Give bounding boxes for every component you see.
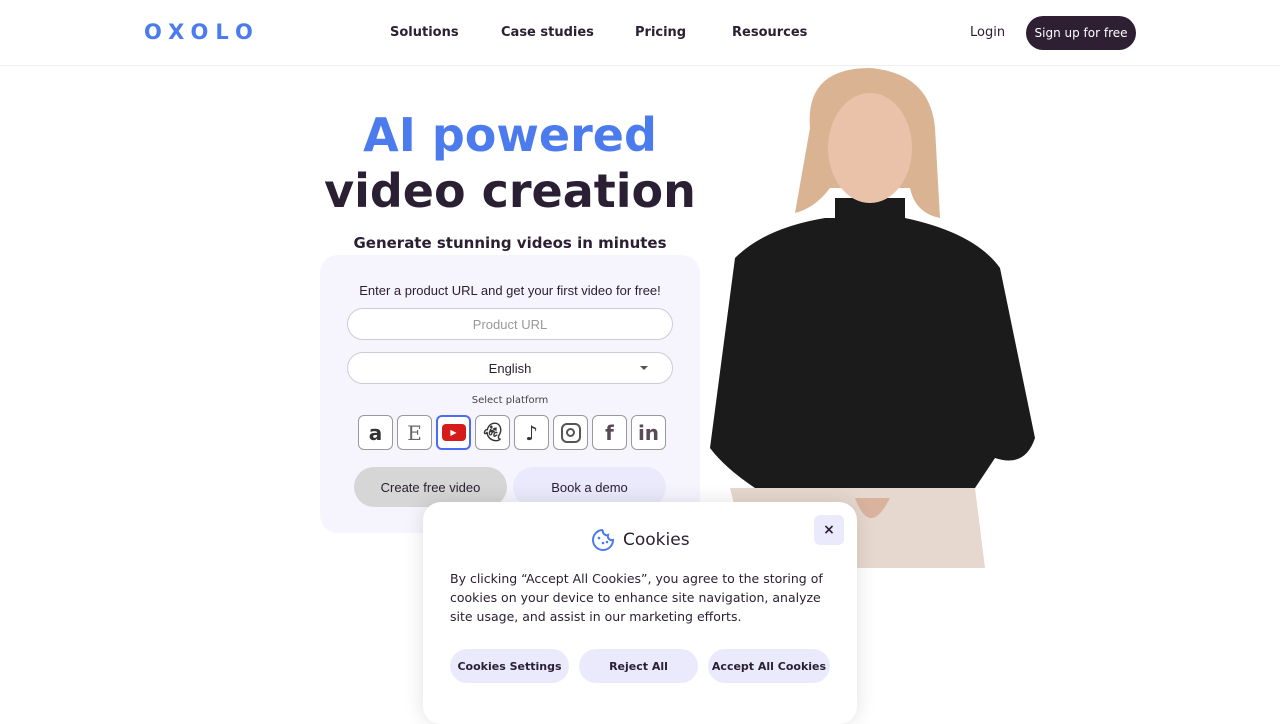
nav-pricing[interactable]: Pricing [635, 25, 686, 40]
snapchat-icon[interactable]: 👻︎ [475, 415, 510, 450]
accept-all-button[interactable]: Accept All Cookies [708, 649, 830, 683]
form-intro: Enter a product URL and get your first v… [359, 283, 661, 298]
hero-subtitle: Generate stunning videos in minutes [353, 234, 667, 252]
platform-list: a E ▶ 👻︎ ♪ f in [358, 415, 666, 450]
cookies-settings-button[interactable]: Cookies Settings [450, 649, 569, 683]
nav-resources[interactable]: Resources [732, 25, 807, 40]
language-value: English [488, 360, 532, 376]
caret-down-icon [640, 366, 648, 370]
login-link[interactable]: Login [970, 25, 1005, 40]
hero-title-line1: AI powered [363, 108, 657, 162]
select-platform-label: Select platform [471, 395, 549, 406]
close-icon[interactable]: × [814, 515, 844, 545]
oxolo-logo[interactable]: OXOLO [144, 20, 260, 44]
language-select[interactable]: English [347, 352, 673, 384]
video-form-card: Enter a product URL and get your first v… [320, 255, 700, 533]
reject-all-button[interactable]: Reject All [579, 649, 698, 683]
create-free-video-button[interactable]: Create free video [354, 467, 507, 507]
amazon-icon[interactable]: a [358, 415, 393, 450]
presenter-image [710, 68, 1035, 568]
instagram-icon[interactable] [553, 415, 588, 450]
hero-title-line2: video creation [324, 164, 696, 218]
youtube-icon[interactable]: ▶ [436, 415, 471, 450]
linkedin-icon[interactable]: in [631, 415, 666, 450]
cookie-title: Cookies [623, 530, 690, 550]
cookie-text: By clicking “Accept All Cookies”, you ag… [450, 571, 823, 624]
nav-solutions[interactable]: Solutions [390, 25, 459, 40]
top-nav: OXOLO Solutions Case studies Pricing Res… [0, 0, 1280, 66]
etsy-icon[interactable]: E [397, 415, 432, 450]
nav-case-studies[interactable]: Case studies [501, 25, 594, 40]
facebook-icon[interactable]: f [592, 415, 627, 450]
cookie-icon [592, 529, 615, 551]
book-demo-button[interactable]: Book a demo [513, 467, 666, 507]
product-url-input[interactable]: Product URL [347, 308, 673, 340]
tiktok-icon[interactable]: ♪ [514, 415, 549, 450]
cookie-dialog: Cookies × By clicking “Accept All Cookie… [423, 502, 857, 724]
signup-button[interactable]: Sign up for free [1026, 16, 1136, 50]
